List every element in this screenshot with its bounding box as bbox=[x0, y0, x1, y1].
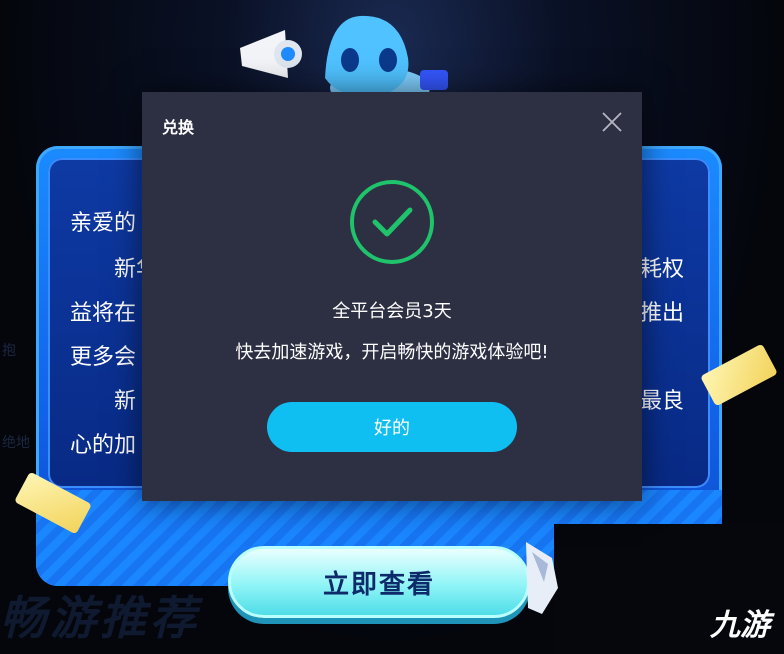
promo-greeting: 亲爱的 bbox=[70, 211, 137, 236]
promo-text-fragment: 新 bbox=[114, 389, 137, 414]
view-now-button[interactable]: 立即查看 bbox=[228, 546, 530, 618]
redeem-dialog: 兑换 全平台会员3天 快去加速游戏，开启畅快的游戏体验吧! 好的 bbox=[142, 92, 642, 501]
promo-text-fragment: 益将在 bbox=[70, 301, 137, 326]
background-side-text: 抱 bbox=[2, 343, 16, 359]
watermark-logo: 九游 bbox=[710, 608, 770, 643]
background-banner-text: 畅游推荐 bbox=[0, 591, 200, 645]
ok-button[interactable]: 好的 bbox=[267, 402, 517, 452]
check-circle-icon bbox=[350, 180, 434, 264]
reward-description: 快去加速游戏，开启畅快的游戏体验吧! bbox=[235, 342, 549, 363]
promo-text-fragment: 最良 bbox=[640, 389, 685, 414]
sneaker-decoration bbox=[526, 542, 558, 614]
reward-title: 全平台会员3天 bbox=[332, 301, 452, 322]
promo-text-fragment: 更多会 bbox=[70, 345, 137, 370]
dialog-title: 兑换 bbox=[162, 118, 195, 137]
close-icon[interactable] bbox=[600, 110, 624, 134]
promo-text-fragment: 耗权 bbox=[640, 257, 685, 282]
background-side-text: 绝地 bbox=[2, 435, 30, 451]
promo-text-fragment: 推出 bbox=[640, 301, 685, 326]
promo-text-fragment: 心的加 bbox=[70, 433, 137, 458]
